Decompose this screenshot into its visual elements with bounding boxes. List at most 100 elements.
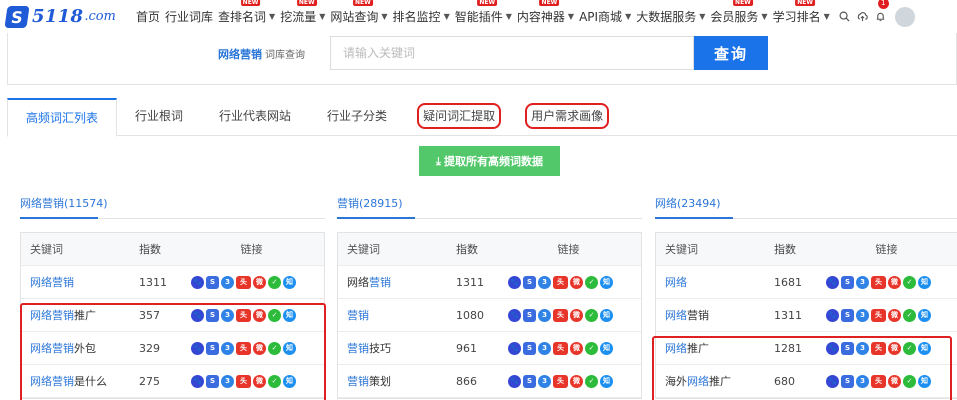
sogou-icon[interactable]: S — [206, 341, 219, 355]
nav-item[interactable]: API商城 ▼ — [579, 8, 631, 25]
keyword-link[interactable]: 网络营销推广 — [21, 307, 139, 323]
extract-all-button[interactable]: ⤓ 提取所有高频词数据 — [419, 146, 560, 176]
toutiao-icon[interactable]: 头 — [553, 341, 568, 355]
column-title[interactable]: 网络(23494) — [655, 193, 957, 219]
tab-item[interactable]: 疑问词汇提取 — [405, 98, 513, 136]
so360-icon[interactable]: 3 — [856, 308, 869, 322]
zhihu-icon[interactable]: 知 — [918, 308, 931, 322]
so360-icon[interactable]: 3 — [221, 374, 234, 388]
toutiao-icon[interactable]: 头 — [236, 308, 251, 322]
wechat-icon[interactable]: ✓ — [903, 374, 916, 388]
cloud-upload-icon[interactable] — [857, 11, 868, 22]
baidu-icon[interactable]: 🐾 — [826, 374, 839, 388]
baidu-icon[interactable]: 🐾 — [191, 341, 204, 355]
sogou-icon[interactable]: S — [523, 374, 536, 388]
weibo-icon[interactable]: 微 — [253, 374, 266, 388]
sogou-icon[interactable]: S — [841, 341, 854, 355]
nav-item[interactable]: 网站查询 ▼ NEW — [330, 0, 388, 25]
so360-icon[interactable]: 3 — [856, 341, 869, 355]
column-title[interactable]: 营销(28915) — [337, 193, 642, 219]
so360-icon[interactable]: 3 — [538, 341, 551, 355]
keyword-link[interactable]: 网络 — [656, 274, 774, 290]
sogou-icon[interactable]: S — [841, 275, 854, 289]
so360-icon[interactable]: 3 — [856, 275, 869, 289]
wechat-icon[interactable]: ✓ — [903, 341, 916, 355]
wechat-icon[interactable]: ✓ — [585, 275, 598, 289]
weibo-icon[interactable]: 微 — [570, 275, 583, 289]
keyword-link[interactable]: 营销 — [338, 307, 456, 323]
toutiao-icon[interactable]: 头 — [871, 275, 886, 289]
baidu-icon[interactable]: 🐾 — [508, 374, 521, 388]
keyword-link[interactable]: 网络营销 — [656, 307, 774, 323]
zhihu-icon[interactable]: 知 — [918, 341, 931, 355]
keyword-link[interactable]: 网络推广 — [656, 340, 774, 356]
zhihu-icon[interactable]: 知 — [283, 275, 296, 289]
baidu-icon[interactable]: 🐾 — [826, 275, 839, 289]
toutiao-icon[interactable]: 头 — [236, 341, 251, 355]
baidu-icon[interactable]: 🐾 — [508, 308, 521, 322]
nav-item[interactable]: 学习排名 ▼ NEW — [773, 0, 830, 25]
nav-item[interactable]: 内容神器 ▼ NEW — [517, 0, 574, 25]
weibo-icon[interactable]: 微 — [570, 374, 583, 388]
sogou-icon[interactable]: S — [523, 275, 536, 289]
keyword-link[interactable]: 网络营销 — [21, 274, 139, 290]
weibo-icon[interactable]: 微 — [253, 275, 266, 289]
wechat-icon[interactable]: ✓ — [585, 308, 598, 322]
wechat-icon[interactable]: ✓ — [585, 374, 598, 388]
zhihu-icon[interactable]: 知 — [600, 275, 613, 289]
tab-item[interactable]: 行业根词 — [117, 98, 201, 136]
baidu-icon[interactable]: 🐾 — [508, 275, 521, 289]
sogou-icon[interactable]: S — [841, 374, 854, 388]
so360-icon[interactable]: 3 — [221, 341, 234, 355]
keyword-link[interactable]: 网络营销外包 — [21, 340, 139, 356]
baidu-icon[interactable]: 🐾 — [191, 374, 204, 388]
weibo-icon[interactable]: 微 — [888, 308, 901, 322]
tab-item[interactable]: 用户需求画像 — [513, 98, 621, 136]
wechat-icon[interactable]: ✓ — [903, 275, 916, 289]
tab-item[interactable]: 高频词汇列表 — [7, 98, 118, 137]
toutiao-icon[interactable]: 头 — [236, 374, 251, 388]
search-icon[interactable] — [839, 11, 850, 22]
baidu-icon[interactable]: 🐾 — [191, 308, 204, 322]
wechat-icon[interactable]: ✓ — [268, 341, 281, 355]
wechat-icon[interactable]: ✓ — [585, 341, 598, 355]
wechat-icon[interactable]: ✓ — [268, 374, 281, 388]
baidu-icon[interactable]: 🐾 — [826, 341, 839, 355]
site-logo[interactable]: S 5118 .com — [4, 5, 132, 28]
so360-icon[interactable]: 3 — [856, 374, 869, 388]
nav-item[interactable]: 挖流量 ▼ NEW — [280, 0, 325, 25]
nav-item[interactable]: 查排名词 ▼ NEW — [218, 0, 275, 25]
toutiao-icon[interactable]: 头 — [553, 308, 568, 322]
search-input[interactable] — [330, 36, 694, 70]
baidu-icon[interactable]: 🐾 — [191, 275, 204, 289]
sogou-icon[interactable]: S — [523, 308, 536, 322]
zhihu-icon[interactable]: 知 — [600, 308, 613, 322]
search-button[interactable]: 查询 — [694, 36, 768, 70]
baidu-icon[interactable]: 🐾 — [508, 341, 521, 355]
so360-icon[interactable]: 3 — [221, 308, 234, 322]
toutiao-icon[interactable]: 头 — [871, 341, 886, 355]
toutiao-icon[interactable]: 头 — [871, 308, 886, 322]
avatar[interactable] — [894, 6, 915, 27]
keyword-link[interactable]: 海外网络推广 — [656, 373, 774, 389]
weibo-icon[interactable]: 微 — [888, 341, 901, 355]
toutiao-icon[interactable]: 头 — [871, 374, 886, 388]
zhihu-icon[interactable]: 知 — [283, 374, 296, 388]
nav-item[interactable]: 行业词库 — [165, 8, 213, 25]
toutiao-icon[interactable]: 头 — [553, 275, 568, 289]
wechat-icon[interactable]: ✓ — [903, 308, 916, 322]
weibo-icon[interactable]: 微 — [888, 275, 901, 289]
weibo-icon[interactable]: 微 — [253, 308, 266, 322]
nav-item[interactable]: 排名监控 ▼ — [393, 8, 450, 25]
keyword-link[interactable]: 网络营销 — [338, 274, 456, 290]
sogou-icon[interactable]: S — [206, 308, 219, 322]
so360-icon[interactable]: 3 — [538, 275, 551, 289]
zhihu-icon[interactable]: 知 — [283, 308, 296, 322]
weibo-icon[interactable]: 微 — [570, 308, 583, 322]
nav-item[interactable]: 首页 — [136, 8, 160, 25]
wechat-icon[interactable]: ✓ — [268, 308, 281, 322]
wechat-icon[interactable]: ✓ — [268, 275, 281, 289]
keyword-link[interactable]: 网络营销是什么 — [21, 373, 139, 389]
zhihu-icon[interactable]: 知 — [600, 374, 613, 388]
keyword-link[interactable]: 营销技巧 — [338, 340, 456, 356]
